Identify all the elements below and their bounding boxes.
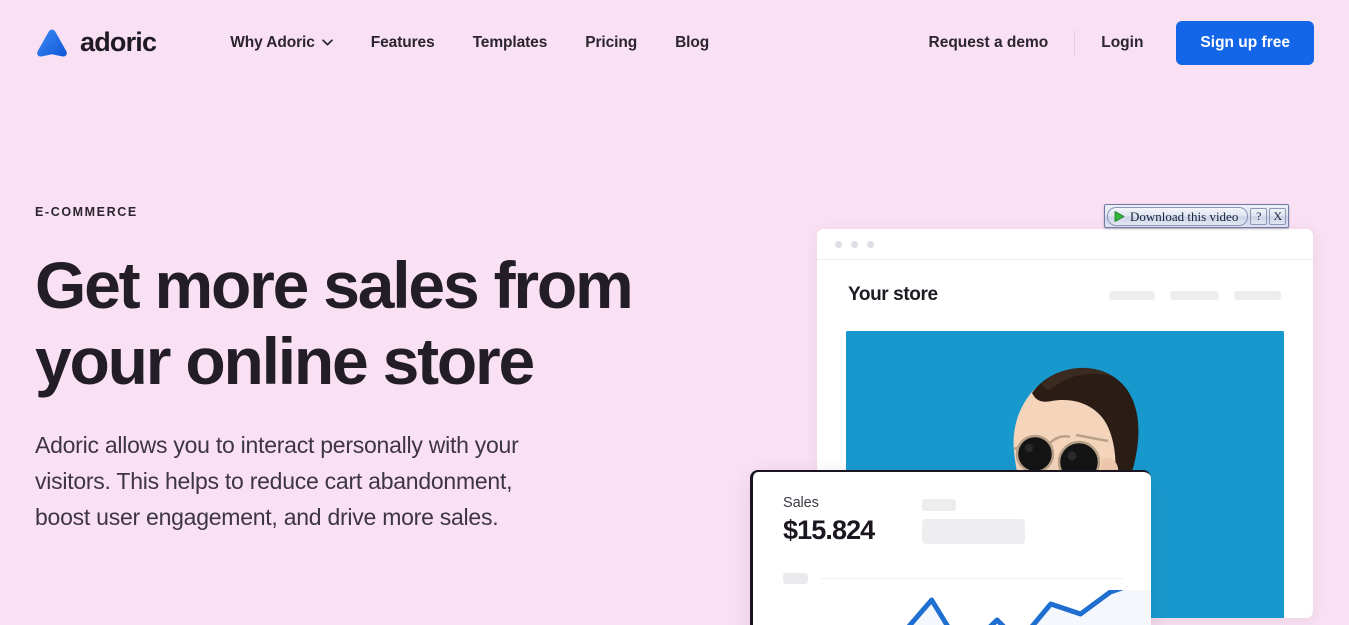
window-dot-icon	[867, 240, 874, 248]
placeholder-bar-tiny	[783, 573, 808, 584]
help-button[interactable]: ?	[1250, 207, 1268, 225]
login-link[interactable]: Login	[1101, 34, 1143, 52]
nav-item-blog[interactable]: Blog	[675, 34, 709, 52]
close-icon[interactable]: X	[1269, 207, 1287, 225]
brand-logo[interactable]: adoric	[35, 27, 157, 59]
adoric-triangle-logo-icon	[35, 27, 69, 59]
headline-line-2: your online store	[35, 324, 535, 398]
sales-card-top: Sales $15.824	[753, 472, 1151, 546]
page-title: Get more sales from your online store	[35, 247, 695, 399]
sales-card-divider-row	[783, 573, 1123, 584]
hero-eyebrow: E-COMMERCE	[35, 205, 138, 219]
store-title: Your store	[848, 284, 938, 305]
nav-item-label: Templates	[472, 33, 548, 51]
download-this-video-button[interactable]: Download this video	[1107, 206, 1249, 226]
headline-line-1: Get more sales from	[35, 248, 634, 322]
placeholder-bar-small	[922, 499, 957, 511]
nav-item-label: Pricing	[585, 33, 638, 51]
signup-free-button[interactable]: Sign up free	[1176, 20, 1314, 65]
sales-value: $15.824	[783, 515, 875, 545]
store-header: Your store	[817, 260, 1313, 306]
nav-item-templates[interactable]: Templates	[473, 34, 548, 52]
nav-placeholder-bar	[1234, 290, 1281, 300]
idm-download-overlay: Download this video ? X	[1104, 204, 1290, 228]
download-label: Download this video	[1130, 208, 1239, 224]
mockup-titlebar	[817, 229, 1313, 260]
sales-label: Sales	[783, 495, 819, 511]
chevron-down-icon	[321, 39, 333, 46]
request-demo-link[interactable]: Request a demo	[929, 34, 1049, 52]
nav-actions: Request a demo Login Sign up free	[929, 20, 1314, 65]
nav-item-label: Why Adoric	[230, 33, 315, 51]
sales-stat-card: Sales $15.824	[750, 470, 1151, 625]
nav-divider	[1074, 29, 1076, 56]
nav-item-pricing[interactable]: Pricing	[585, 34, 637, 52]
brand-name: adoric	[80, 27, 157, 57]
hero-subcopy: Adoric allows you to interact personally…	[35, 432, 519, 530]
nav-placeholder-bar	[1170, 290, 1219, 300]
sales-line-chart	[906, 590, 1151, 625]
hero-text-block: E-COMMERCE Get more sales from your onli…	[35, 205, 695, 535]
sales-placeholder-block	[922, 495, 1026, 546]
nav-placeholder-bar	[1109, 290, 1155, 300]
nav-item-label: Features	[370, 33, 435, 51]
placeholder-bar-large	[922, 519, 1026, 544]
sales-figures: Sales $15.824	[783, 495, 875, 546]
nav-item-features[interactable]: Features	[371, 34, 435, 52]
store-nav-placeholders	[1109, 290, 1281, 300]
play-triangle-icon	[1114, 210, 1125, 222]
nav-item-label: Blog	[675, 33, 710, 51]
window-dot-icon	[851, 240, 858, 248]
divider-line	[821, 578, 1123, 579]
window-dot-icon	[835, 240, 842, 248]
main-navbar: adoric Why Adoric Features Templates Pri…	[0, 0, 1349, 85]
nav-links: Why Adoric Features Templates Pricing Bl…	[230, 34, 709, 52]
nav-item-why-adoric[interactable]: Why Adoric	[230, 34, 333, 52]
